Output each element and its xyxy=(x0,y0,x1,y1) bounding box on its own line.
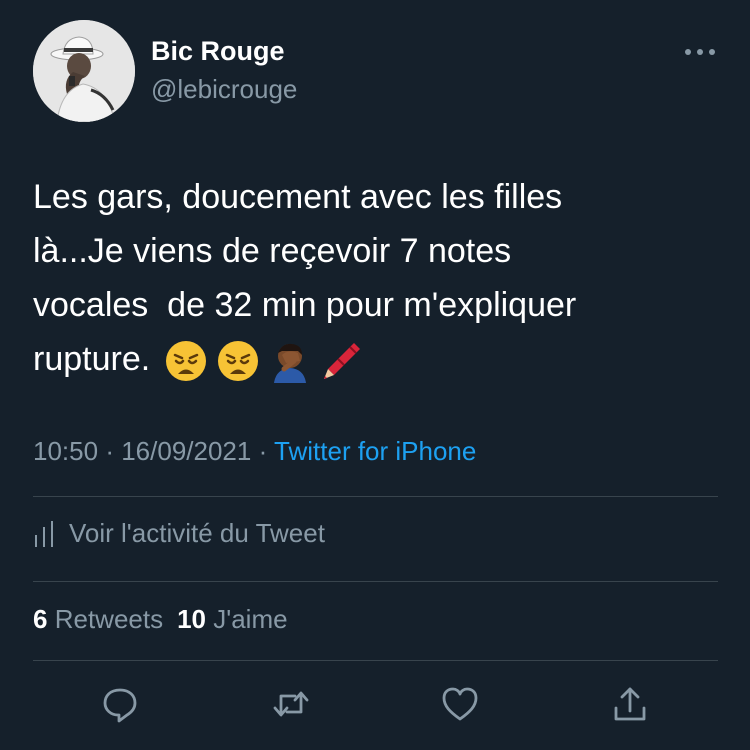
display-name[interactable]: Bic Rouge xyxy=(151,36,285,67)
reply-button[interactable] xyxy=(100,684,140,724)
likes-stat[interactable]: 10 J'aime xyxy=(177,604,287,634)
avatar[interactable] xyxy=(33,20,135,122)
reply-icon xyxy=(103,688,137,723)
meta-separator: · xyxy=(105,436,114,466)
person-facepalming-icon xyxy=(274,343,307,384)
retweet-icon xyxy=(273,691,309,717)
like-button[interactable] xyxy=(440,684,480,724)
tweet-date[interactable]: 16/09/2021 xyxy=(121,436,251,466)
retweets-label: Retweets xyxy=(54,604,164,634)
more-dots-icon xyxy=(685,49,715,55)
meta-separator: · xyxy=(258,436,268,466)
user-handle[interactable]: @lebicrouge xyxy=(151,74,297,105)
tweet-activity-link[interactable]: Voir l'activité du Tweet xyxy=(33,518,325,549)
tweet-card: Bic Rouge @lebicrouge Les gars, doucemen… xyxy=(0,0,750,750)
likes-label: J'aime xyxy=(213,604,288,634)
retweets-count: 6 xyxy=(33,604,48,634)
weary-face-icon xyxy=(218,341,259,382)
bar-chart-icon xyxy=(35,520,53,547)
share-button[interactable] xyxy=(610,684,650,724)
share-icon xyxy=(614,687,646,721)
tweet-meta: 10:50 · 16/09/2021 · Twitter for iPhone xyxy=(33,436,476,467)
crayon-icon xyxy=(324,343,361,380)
divider xyxy=(33,660,718,661)
retweet-button[interactable] xyxy=(271,684,311,724)
more-options-button[interactable] xyxy=(680,40,720,64)
tweet-time[interactable]: 10:50 xyxy=(33,436,98,466)
retweets-stat[interactable]: 6 Retweets xyxy=(33,604,163,634)
tweet-source-link[interactable]: Twitter for iPhone xyxy=(274,436,476,466)
emoji-row xyxy=(164,339,364,384)
tweet-text: Les gars, doucement avec les filles là..… xyxy=(33,170,723,386)
like-icon xyxy=(442,687,478,721)
divider xyxy=(33,496,718,497)
tweet-activity-label: Voir l'activité du Tweet xyxy=(69,518,325,548)
tweet-stats: 6 Retweets 10 J'aime xyxy=(33,604,288,635)
divider xyxy=(33,581,718,582)
likes-count: 10 xyxy=(177,604,207,634)
weary-face-icon xyxy=(166,341,207,382)
avatar-photo-icon xyxy=(33,20,135,122)
